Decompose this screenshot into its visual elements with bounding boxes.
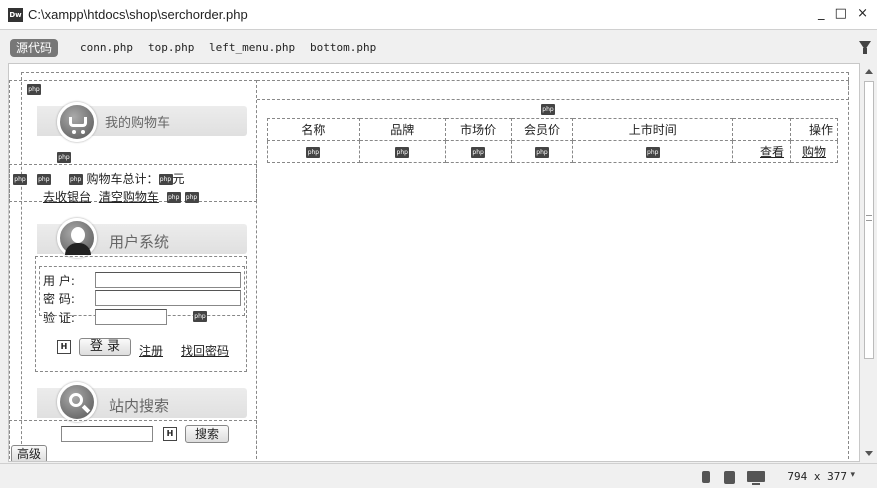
search-image-button[interactable]: H [163,427,177,441]
php-icon: php [166,192,181,203]
design-view[interactable]: php 我的购物车 php php php php 购物车总计：php元 去收银… [8,63,860,462]
reset-image-button[interactable]: H [57,340,71,354]
cart-title: 我的购物车 [105,116,171,131]
related-files-bar: 源代码 conn.php top.php left_menu.php botto… [0,37,877,59]
header-member-price: 会员价 [510,118,574,141]
password-input[interactable] [95,290,241,306]
cart-total-label: 购物车总计： [86,172,159,186]
checkout-link[interactable]: 去收银台 [43,190,91,204]
php-icon: php [395,146,410,158]
cart-links-row: 去收银台 清空购物车 php php [43,188,199,205]
cart-total-row: php php php 购物车总计：php元 [13,170,185,187]
scroll-grip-icon [866,215,872,221]
window-title: C:\xampp\htdocs\shop\serchorder.php [28,7,248,22]
username-label: 用 户: [43,274,75,288]
cart-icon [57,102,97,142]
cell-name: php [267,140,360,163]
search-title: 站内搜索 [109,397,170,415]
view-link[interactable]: 查看 [760,145,784,159]
cell-release-date: php [572,140,734,163]
search-button[interactable]: 搜索 [185,425,229,443]
php-icon: php [645,146,660,158]
verification-code-image: php [193,311,207,322]
login-button[interactable]: 登 录 [79,338,131,356]
search-section-icon [57,382,97,422]
recover-password-link[interactable]: 找回密码 [181,342,229,359]
php-icon: php [27,84,41,95]
desktop-stand-icon [752,483,760,485]
header-actions: 操作 [790,118,838,141]
file-link-conn[interactable]: conn.php [80,41,133,54]
user-avatar-icon [57,218,97,258]
php-icon: php [306,146,321,158]
content-top-outline [257,80,849,100]
header-name: 名称 [267,118,360,141]
status-bar: 794 x 377 ▾ [0,463,877,488]
window-size-readout[interactable]: 794 x 377 [787,470,847,483]
file-link-left-menu[interactable]: left_menu.php [209,41,295,54]
php-icon: php [68,174,83,185]
cell-brand: php [358,140,446,163]
title-bar: Dw C:\xampp\htdocs\shop\serchorder.php _… [0,0,877,30]
header-blank [732,118,792,141]
file-link-top[interactable]: top.php [148,41,194,54]
register-link[interactable]: 注册 [139,342,163,359]
php-icon: php [184,192,199,203]
desktop-size-icon[interactable] [747,471,765,482]
cell-view: 查看 [732,140,792,163]
password-label: 密 码: [43,292,75,306]
verification-code-input[interactable] [95,309,167,325]
tablet-size-icon[interactable] [724,471,735,484]
file-link-bottom[interactable]: bottom.php [310,41,376,54]
cell-market-price: php [444,140,512,163]
scroll-down-icon[interactable] [865,451,873,456]
header-release-date: 上市时间 [572,118,734,141]
main-content: php 名称 品牌 市场价 会员价 上市时间 操作 php php php ph… [257,80,849,461]
table-header-row: 名称 品牌 市场价 会员价 上市时间 操作 [267,118,838,141]
clear-cart-link[interactable]: 清空购物车 [99,190,159,204]
header-market-price: 市场价 [444,118,512,141]
user-title: 用户系统 [109,233,170,251]
table-row: php php php php php 查看 购物 [267,140,838,163]
vertical-scrollbar[interactable] [861,63,877,462]
buy-link[interactable]: 购物 [802,145,826,159]
cell-buy: 购物 [790,140,838,163]
filter-icon[interactable] [859,41,871,54]
left-menu: php 我的购物车 php php php php 购物车总计：php元 去收银… [9,80,257,461]
search-input[interactable] [61,426,153,442]
window-controls[interactable]: _ □ × [818,6,871,21]
product-table: 名称 品牌 市场价 会员价 上市时间 操作 php php php php ph… [267,118,838,163]
size-dropdown-icon[interactable]: ▾ [850,470,855,480]
php-icon: php [471,146,486,158]
cart-unit: 元 [172,172,185,186]
cell-member-price: php [510,140,574,163]
source-code-button[interactable]: 源代码 [10,39,59,57]
header-brand: 品牌 [358,118,446,141]
advanced-search-button[interactable]: 高级 [11,445,47,461]
scroll-up-icon[interactable] [865,69,873,74]
code-label: 验 证: [43,311,75,325]
mobile-size-icon[interactable] [702,471,710,483]
php-icon: php [36,174,51,185]
php-icon: php [534,146,549,158]
username-input[interactable] [95,272,241,288]
php-icon: php [57,152,71,163]
php-icon: php [13,174,27,185]
php-icon: php [541,104,555,115]
dreamweaver-icon: Dw [8,8,23,22]
php-icon: php [158,174,173,185]
